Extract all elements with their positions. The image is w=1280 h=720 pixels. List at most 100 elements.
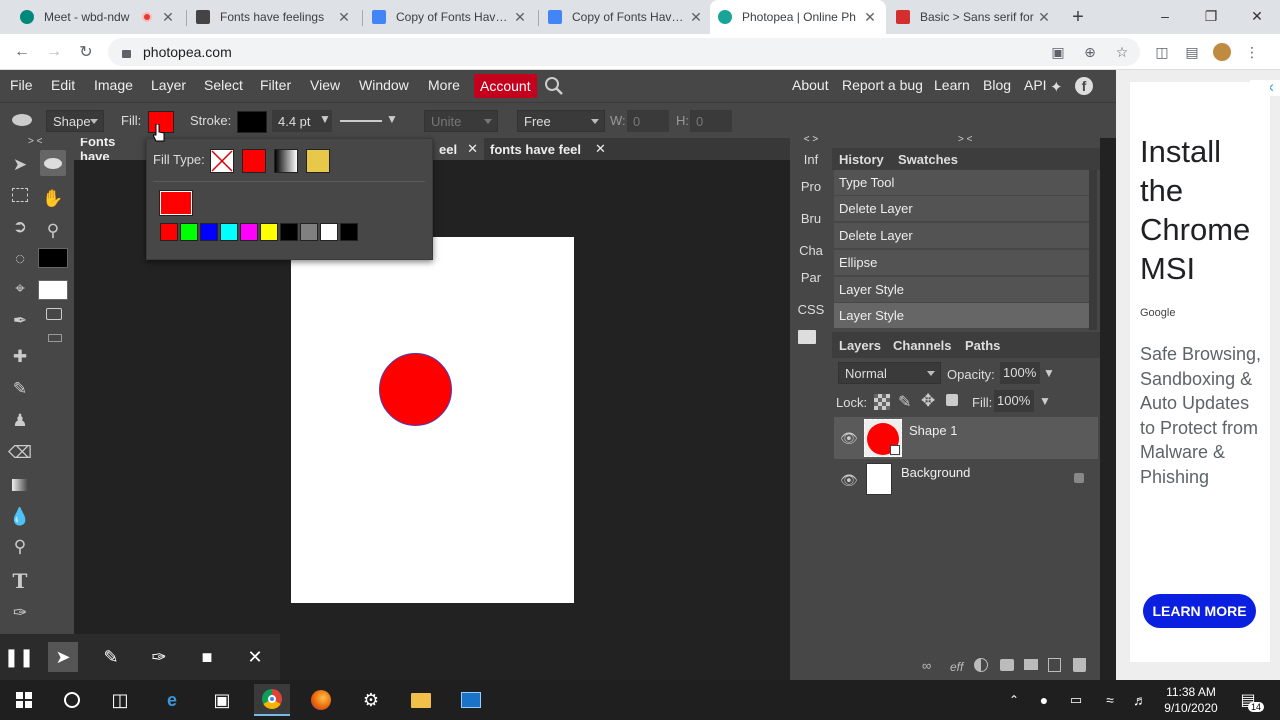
- facebook-icon[interactable]: f: [1075, 77, 1093, 95]
- task-view-icon[interactable]: ◫: [102, 684, 138, 716]
- swatch-red[interactable]: [160, 223, 178, 241]
- close-icon[interactable]: ✕: [467, 141, 478, 157]
- account-button[interactable]: Account: [474, 74, 537, 98]
- swatch-gray[interactable]: [300, 223, 318, 241]
- adjustment-layer-icon[interactable]: [974, 658, 988, 672]
- layer-mask-icon[interactable]: [1000, 659, 1014, 671]
- stroke-width-dropdown-icon[interactable]: ▼: [319, 112, 331, 126]
- settings-gear-icon[interactable]: ⚙: [353, 684, 389, 716]
- menu-edit[interactable]: Edit: [51, 77, 75, 93]
- store-icon[interactable]: ▣: [204, 684, 240, 716]
- history-item-current[interactable]: Layer Style: [834, 303, 1089, 329]
- width-field[interactable]: 0: [627, 110, 669, 132]
- delete-layer-icon[interactable]: [1073, 658, 1086, 672]
- more-menu-icon[interactable]: ⋮: [1242, 42, 1262, 62]
- url-bar[interactable]: photopea.com: [108, 38, 1140, 66]
- lock-all-icon[interactable]: [946, 394, 958, 406]
- menu-report-bug[interactable]: Report a bug: [842, 77, 923, 93]
- quick-select-tool-icon[interactable]: ◌: [7, 246, 33, 272]
- firefox-icon[interactable]: [303, 684, 339, 716]
- right-panel-collapse[interactable]: > <: [958, 134, 972, 145]
- opacity-dropdown-icon[interactable]: ▼: [1043, 366, 1055, 380]
- panel-paragraph[interactable]: Par: [790, 270, 832, 285]
- eyedropper-tool-icon[interactable]: ✒: [7, 308, 33, 334]
- twitter-icon[interactable]: ✦: [1050, 78, 1070, 96]
- stroke-style-dropdown-icon[interactable]: ▼: [386, 112, 398, 126]
- panel-css[interactable]: CSS: [790, 302, 832, 317]
- stroke-color-swatch[interactable]: [237, 111, 267, 133]
- history-item[interactable]: Ellipse: [834, 250, 1089, 276]
- combine-select[interactable]: Unite: [424, 110, 498, 132]
- foreground-color[interactable]: [38, 248, 68, 268]
- swatch-cyan[interactable]: [220, 223, 238, 241]
- volume-icon[interactable]: ♬: [1122, 684, 1158, 716]
- crop-tool-icon[interactable]: ⌖: [7, 276, 33, 302]
- tab-swatches[interactable]: Swatches: [898, 152, 958, 167]
- pointer-icon[interactable]: ➤: [48, 642, 78, 672]
- panel-brush[interactable]: Bru: [790, 211, 832, 226]
- menu-api[interactable]: API: [1024, 77, 1047, 93]
- search-circle-icon[interactable]: [54, 684, 90, 716]
- screen-mode-icon[interactable]: [48, 334, 62, 342]
- photos-icon[interactable]: [453, 684, 489, 716]
- marquee-tool-icon[interactable]: [7, 182, 33, 208]
- browser-tab-photopea[interactable]: Photopea | Online Ph ✕: [710, 0, 886, 34]
- browser-tab-copy-2[interactable]: Copy of Fonts Have F ✕: [540, 0, 712, 34]
- lasso-tool-icon[interactable]: ➲: [7, 214, 33, 240]
- highlighter-icon[interactable]: ✑: [144, 642, 174, 672]
- tab-channels[interactable]: Channels: [893, 338, 952, 353]
- dodge-tool-icon[interactable]: ⚲: [7, 534, 33, 560]
- current-fill-color[interactable]: [159, 190, 193, 216]
- type-tool-icon[interactable]: T: [7, 568, 33, 594]
- layer-row-background[interactable]: 👁 Background: [834, 459, 1098, 501]
- new-tab-button[interactable]: +: [1066, 5, 1090, 29]
- layer-fill-field[interactable]: 100%: [994, 390, 1034, 412]
- browser-tab-copy-1[interactable]: Copy of Fonts Have F ✕: [364, 0, 536, 34]
- forward-button[interactable]: →: [42, 40, 66, 64]
- new-folder-icon[interactable]: [1024, 659, 1038, 670]
- lock-move-icon[interactable]: ✥: [921, 391, 935, 411]
- gradient-tool-icon[interactable]: [7, 472, 33, 498]
- minimize-button[interactable]: –: [1142, 0, 1188, 32]
- ellipse-tool-icon[interactable]: [12, 114, 32, 126]
- browser-tab-meet[interactable]: Meet - wbd-ndw ✕: [12, 0, 184, 34]
- ad-learn-more-button[interactable]: LEARN MORE: [1143, 594, 1256, 628]
- menu-more[interactable]: More: [428, 77, 460, 93]
- tab-history[interactable]: History: [839, 152, 884, 167]
- add-icon[interactable]: ⊕: [1080, 42, 1100, 62]
- close-icon[interactable]: ✕: [240, 642, 270, 672]
- panel-character[interactable]: Cha: [790, 243, 832, 258]
- fill-gradient-icon[interactable]: [274, 149, 298, 173]
- link-layers-icon[interactable]: ∞: [922, 658, 931, 673]
- menu-about[interactable]: About: [792, 77, 829, 93]
- hand-tool-icon[interactable]: ✋: [40, 186, 66, 212]
- history-item[interactable]: Delete Layer: [834, 223, 1089, 249]
- swatch-white[interactable]: [320, 223, 338, 241]
- browser-tab-fonts-feelings[interactable]: Fonts have feelings ✕: [188, 0, 360, 34]
- fill-dropdown-icon[interactable]: ▼: [1039, 394, 1051, 408]
- swatch-blue[interactable]: [200, 223, 218, 241]
- eraser-tool-icon[interactable]: ⌫: [7, 440, 33, 466]
- image-icon[interactable]: [798, 330, 816, 344]
- menu-window[interactable]: Window: [359, 77, 409, 93]
- layer-row-shape-1[interactable]: 👁 Shape 1: [834, 417, 1098, 459]
- reload-button[interactable]: ↻: [74, 40, 98, 64]
- document-tab-3[interactable]: fonts have feel ✕: [484, 138, 614, 160]
- pen-tool-icon[interactable]: ✑: [7, 600, 33, 626]
- opacity-field[interactable]: 100%: [1000, 362, 1040, 384]
- menu-learn[interactable]: Learn: [934, 77, 970, 93]
- chrome-icon[interactable]: [254, 684, 290, 716]
- microphone-icon[interactable]: ●: [1026, 684, 1062, 716]
- pause-icon[interactable]: ❚❚: [4, 642, 34, 672]
- height-field[interactable]: 0: [690, 110, 732, 132]
- ellipse-tool-icon[interactable]: [40, 150, 66, 176]
- blend-mode-select[interactable]: Normal: [838, 362, 941, 384]
- close-icon[interactable]: ✕: [862, 9, 878, 26]
- extensions-icon[interactable]: ◫: [1152, 42, 1172, 62]
- close-icon[interactable]: ✕: [336, 9, 352, 26]
- swatch-black[interactable]: [280, 223, 298, 241]
- restore-button[interactable]: ❐: [1188, 0, 1234, 32]
- stamp-tool-icon[interactable]: ♟: [7, 408, 33, 434]
- layer-effects-icon[interactable]: eff: [950, 660, 963, 674]
- tab-paths[interactable]: Paths: [965, 338, 1000, 353]
